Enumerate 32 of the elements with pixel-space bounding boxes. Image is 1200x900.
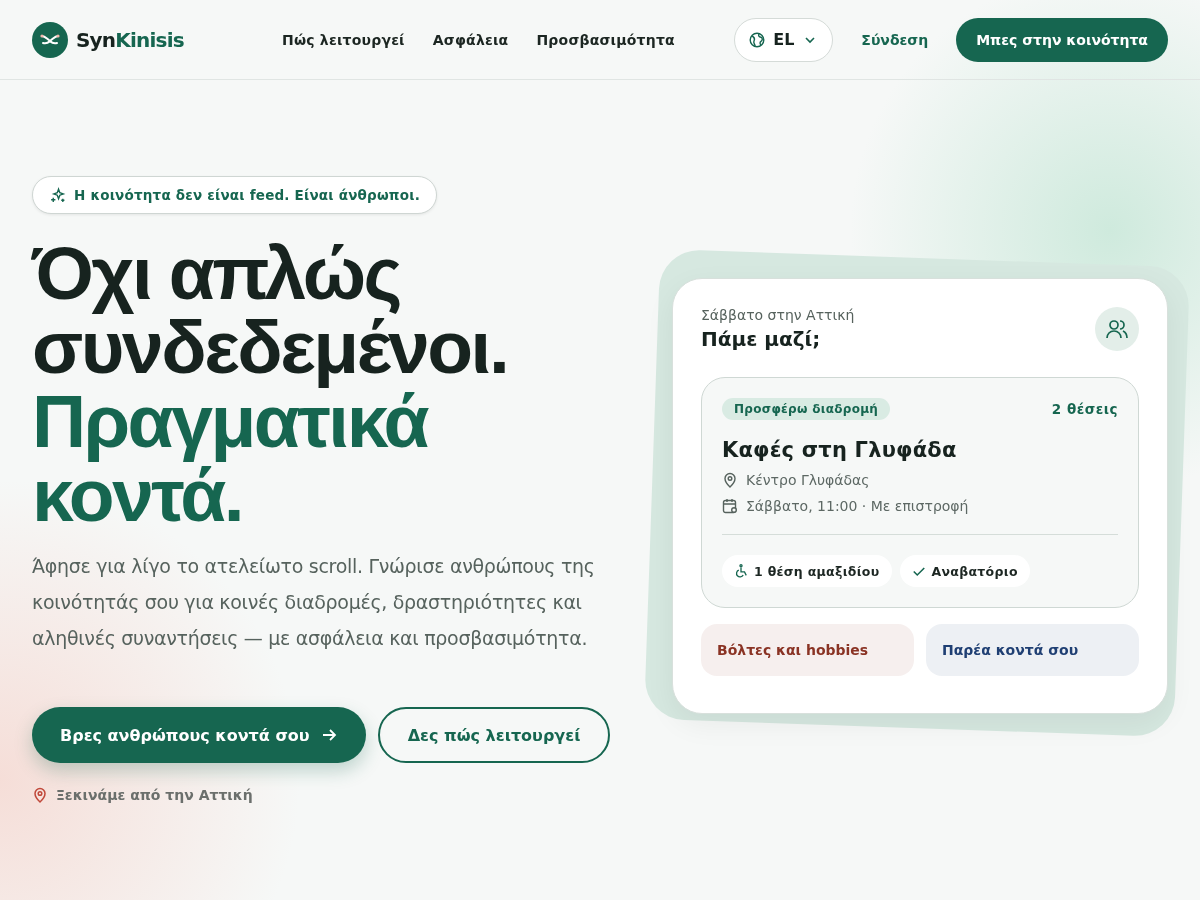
- language-selector[interactable]: EL: [734, 17, 834, 62]
- card-subtitle: Σάββατο στην Αττική: [701, 307, 855, 323]
- ride-detail: Κέντρο Γλυφάδας: [746, 472, 870, 488]
- login-link[interactable]: Σύνδεση: [861, 31, 929, 48]
- ride-tag: Προσφέρω διαδρομή: [722, 398, 891, 420]
- calendar-icon: [722, 498, 738, 514]
- feature-chip: Αναβατόριο: [899, 555, 1030, 587]
- sparkles-icon: [49, 186, 66, 204]
- wheelchair-icon: [734, 564, 748, 578]
- location-note: Ξεκινάμε από την Αττική: [56, 787, 253, 803]
- ride-card[interactable]: Προσφέρω διαδρομή 2 θέσεις Καφές στη Γλυφάδα Κέντρο Γλυφάδας Σάββατο, 11:00 · Με επιστροφή 1 θέση αμαξιδίου Αναβατόριο: [701, 377, 1139, 608]
- location-pin-icon: [32, 787, 48, 803]
- ride-title: Καφές στη Γλυφάδα: [722, 438, 958, 462]
- card-title: Πάμε μαζί;: [701, 327, 822, 351]
- location-pin-icon: [722, 472, 738, 488]
- seats-count: 2 θέσεις: [1051, 401, 1118, 417]
- globe-icon: [749, 31, 766, 48]
- feature-chip: 1 θέση αμαξιδίου: [722, 555, 892, 587]
- ride-detail: Σάββατο, 11:00 · Με επιστροφή: [746, 498, 969, 514]
- how-it-works-button[interactable]: Δες πώς λειτουργεί: [377, 707, 611, 763]
- nav-link[interactable]: Ασφάλεια: [432, 31, 509, 48]
- join-button[interactable]: Μπες στην κοινότητα: [956, 17, 1168, 62]
- lead-paragraph: Άφησε για λίγο το ατελείωτο scroll. Γνώρισε ανθρώπους της κοινότητάς σου για κοινές διαδρομές, δραστηριότητες και αληθινές συναντήσεις — με ασφάλεια και προσβασιμότητα.: [32, 554, 596, 651]
- people-icon[interactable]: [1095, 307, 1139, 351]
- nav-link[interactable]: Προσβασιμότητα: [536, 31, 675, 48]
- logo-icon[interactable]: [32, 21, 68, 58]
- category-tile[interactable]: Βόλτες και hobbies: [701, 624, 914, 676]
- find-people-button[interactable]: Βρες ανθρώπους κοντά σου: [32, 707, 366, 763]
- nav-link[interactable]: Πώς λειτουργεί: [282, 31, 405, 48]
- tagline-text: Η κοινότητα δεν είναι feed. Είναι άνθρωποι.: [74, 187, 420, 203]
- logo-text[interactable]: SynKinisis: [76, 27, 184, 52]
- category-tile[interactable]: Παρέα κοντά σου: [926, 624, 1139, 676]
